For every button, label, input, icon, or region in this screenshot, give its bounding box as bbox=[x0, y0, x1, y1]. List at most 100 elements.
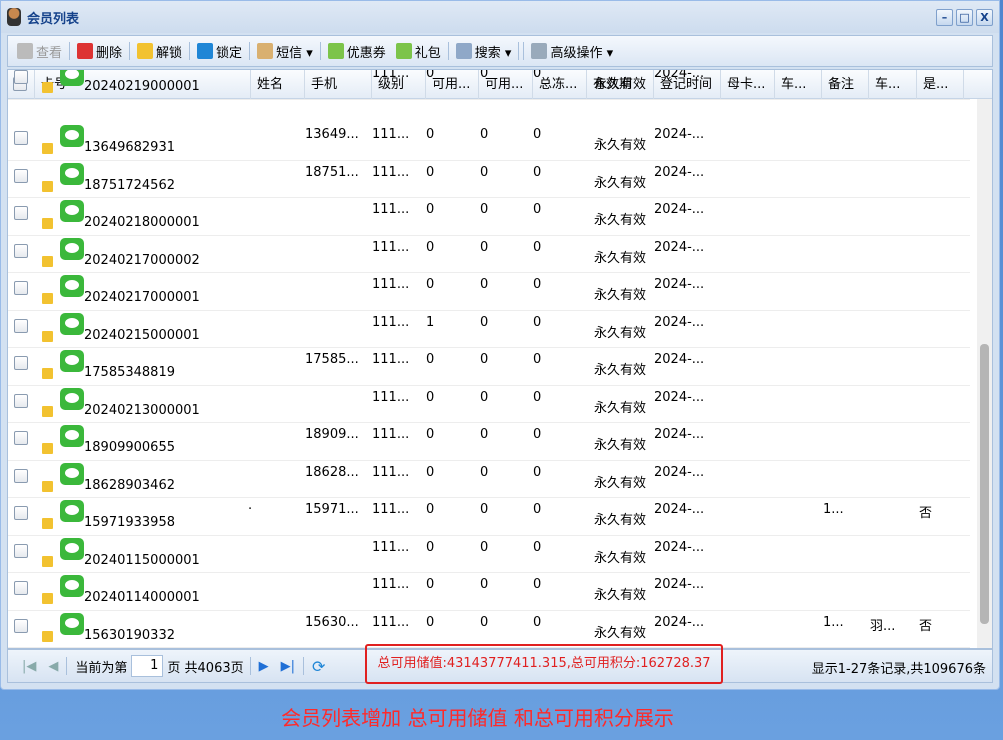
table-row[interactable]: 18909900655 永久有效 18909... 111... 0 0 0 2024-..… bbox=[8, 423, 970, 461]
cell-reg: 2024-... bbox=[654, 577, 705, 592]
next-page-icon[interactable]: ▶ bbox=[259, 659, 269, 674]
lock-icon bbox=[42, 368, 53, 379]
valid-period: 永久有效 bbox=[594, 138, 647, 153]
last-page-icon[interactable]: ▶| bbox=[281, 659, 295, 674]
table-row[interactable]: 20240215000001 永久有效 111... 1 0 0 2024-... bbox=[8, 311, 970, 348]
page-input[interactable]: 1 bbox=[131, 655, 164, 677]
vertical-scrollbar[interactable] bbox=[977, 99, 992, 648]
sms-button[interactable]: 短信 ▾ bbox=[252, 39, 318, 63]
cell-a: 0 bbox=[426, 69, 435, 81]
coupon-label: 优惠券 bbox=[346, 45, 386, 61]
table-row[interactable]: 18628903462 永久有效 18628... 111... 0 0 0 2024-..… bbox=[8, 461, 970, 498]
card-number: 20240217000002 bbox=[84, 252, 200, 268]
table-row[interactable]: 20240218000001 永久有效 111... 0 0 0 2024-... bbox=[8, 198, 970, 236]
refresh-icon[interactable]: ⟳ bbox=[312, 657, 325, 676]
member-icon bbox=[7, 8, 21, 26]
card-number: 20240114000001 bbox=[84, 590, 200, 605]
view-button[interactable]: 查看 bbox=[12, 39, 67, 63]
lock-icon bbox=[42, 593, 53, 604]
table-row[interactable]: 13649682931 永久有效 13649... 111... 0 0 0 2024-..… bbox=[8, 123, 970, 161]
row-checkbox[interactable] bbox=[14, 431, 28, 445]
cell-phone: 15630... bbox=[305, 614, 359, 630]
cell-c: 0 bbox=[533, 127, 542, 142]
cell-b: 0 bbox=[480, 352, 489, 367]
lock-icon bbox=[42, 330, 53, 342]
valid-period: 永久有效 bbox=[594, 77, 647, 92]
card-number: 20240213000001 bbox=[84, 402, 200, 418]
cell-phone: 17585... bbox=[305, 352, 359, 367]
row-checkbox[interactable] bbox=[14, 581, 28, 595]
row-checkbox[interactable] bbox=[14, 506, 28, 520]
table-row[interactable]: 20240217000002 永久有效 111... 0 0 0 2024-... bbox=[8, 236, 970, 273]
prev-page-icon[interactable]: ◀ bbox=[48, 659, 58, 674]
row-checkbox[interactable] bbox=[14, 168, 28, 183]
row-checkbox[interactable] bbox=[14, 70, 28, 84]
row-checkbox[interactable] bbox=[14, 543, 28, 558]
card-number: 20240219000001 bbox=[84, 79, 200, 94]
gift-button[interactable]: 礼包 bbox=[391, 39, 446, 63]
row-checkbox[interactable] bbox=[14, 318, 28, 333]
valid-period: 永久有效 bbox=[594, 588, 647, 603]
card-number: 17585348819 bbox=[84, 365, 175, 380]
row-checkbox[interactable] bbox=[14, 393, 28, 408]
title-bar: 会员列表 – □ X bbox=[1, 1, 999, 33]
cell-level: 111... bbox=[372, 314, 410, 330]
advanced-button[interactable]: 高级操作 ▾ bbox=[526, 39, 618, 63]
gift-icon bbox=[395, 43, 412, 59]
card-number: 15971933958 bbox=[84, 515, 175, 530]
table-row[interactable]: 15630190332 永久有效 15630... 111... 0 0 0 2024-..… bbox=[8, 611, 970, 648]
wechat-icon bbox=[60, 612, 84, 635]
row-checkbox[interactable] bbox=[14, 356, 28, 370]
coupon-button[interactable]: 优惠券 bbox=[323, 39, 391, 63]
lock-icon bbox=[42, 218, 53, 229]
table-row[interactable]: 20240217000001 永久有效 111... 0 0 0 2024-... bbox=[8, 273, 970, 311]
cell-name: · bbox=[248, 502, 253, 517]
record-count: 显示1-27条记录,共109676条 bbox=[811, 662, 986, 677]
row-checkbox[interactable] bbox=[14, 131, 28, 145]
cell-b: 0 bbox=[480, 464, 489, 480]
table-row[interactable]: 20240219000001 永久有效 111... 0 0 0 2024-... bbox=[8, 69, 970, 100]
toolbar-separator bbox=[249, 42, 251, 60]
close-button[interactable]: X bbox=[976, 9, 993, 26]
lock-button[interactable]: 锁定 bbox=[192, 39, 247, 63]
valid-period: 永久有效 bbox=[594, 325, 647, 341]
window-title: 会员列表 bbox=[27, 11, 80, 27]
cell-reg: 2024-... bbox=[654, 614, 705, 630]
row-checkbox[interactable] bbox=[14, 206, 28, 220]
scrollbar-thumb[interactable] bbox=[980, 344, 989, 624]
cell-phone: 18628... bbox=[305, 464, 359, 480]
cell-level: 111... bbox=[372, 239, 410, 255]
cell-level: 111... bbox=[372, 164, 410, 180]
delete-icon bbox=[77, 43, 94, 59]
table-row[interactable]: 17585348819 永久有效 17585... 111... 0 0 0 2024-..… bbox=[8, 348, 970, 386]
table-row[interactable]: 20240213000001 永久有效 111... 0 0 0 2024-... bbox=[8, 386, 970, 423]
table-row[interactable]: 20240115000001 永久有效 111... 0 0 0 2024-... bbox=[8, 536, 970, 573]
table-row[interactable]: 18751724562 永久有效 18751... 111... 0 0 0 2024-..… bbox=[8, 161, 970, 198]
row-checkbox[interactable] bbox=[14, 281, 28, 295]
cell-level: 111... bbox=[372, 464, 410, 480]
first-page-icon[interactable]: |◀ bbox=[22, 659, 36, 674]
cell-reg: 2024-... bbox=[654, 389, 705, 405]
row-checkbox[interactable] bbox=[14, 468, 28, 483]
row-checkbox[interactable] bbox=[14, 243, 28, 258]
cell-reg: 2024-... bbox=[654, 314, 705, 330]
table-row[interactable]: 15971933958 永久有效 · 15971... 111... 0 0 0 2024-.… bbox=[8, 498, 970, 536]
table-row[interactable]: 20240114000001 永久有效 111... 0 0 0 2024-... bbox=[8, 573, 970, 611]
row-checkbox[interactable] bbox=[14, 618, 28, 633]
toolbar-separator bbox=[129, 42, 131, 60]
cell-reg: 2024-... bbox=[654, 464, 705, 480]
cell-c: 0 bbox=[533, 352, 542, 367]
delete-button[interactable]: 删除 bbox=[72, 39, 127, 63]
cell-note: 1... bbox=[823, 614, 844, 630]
maximize-button[interactable]: □ bbox=[956, 9, 973, 26]
minimize-button[interactable]: – bbox=[936, 9, 953, 26]
wechat-icon bbox=[60, 500, 84, 522]
search-button[interactable]: 搜索 ▾ bbox=[451, 39, 517, 63]
cell-reg: 2024-... bbox=[654, 539, 705, 555]
cell-c: 0 bbox=[533, 314, 542, 330]
cell-level: 111... bbox=[372, 502, 410, 517]
cell-reg: 2024-... bbox=[654, 277, 705, 292]
view-label: 查看 bbox=[36, 45, 63, 61]
unlock-button[interactable]: 解锁 bbox=[132, 39, 187, 63]
lock-icon bbox=[42, 555, 53, 567]
